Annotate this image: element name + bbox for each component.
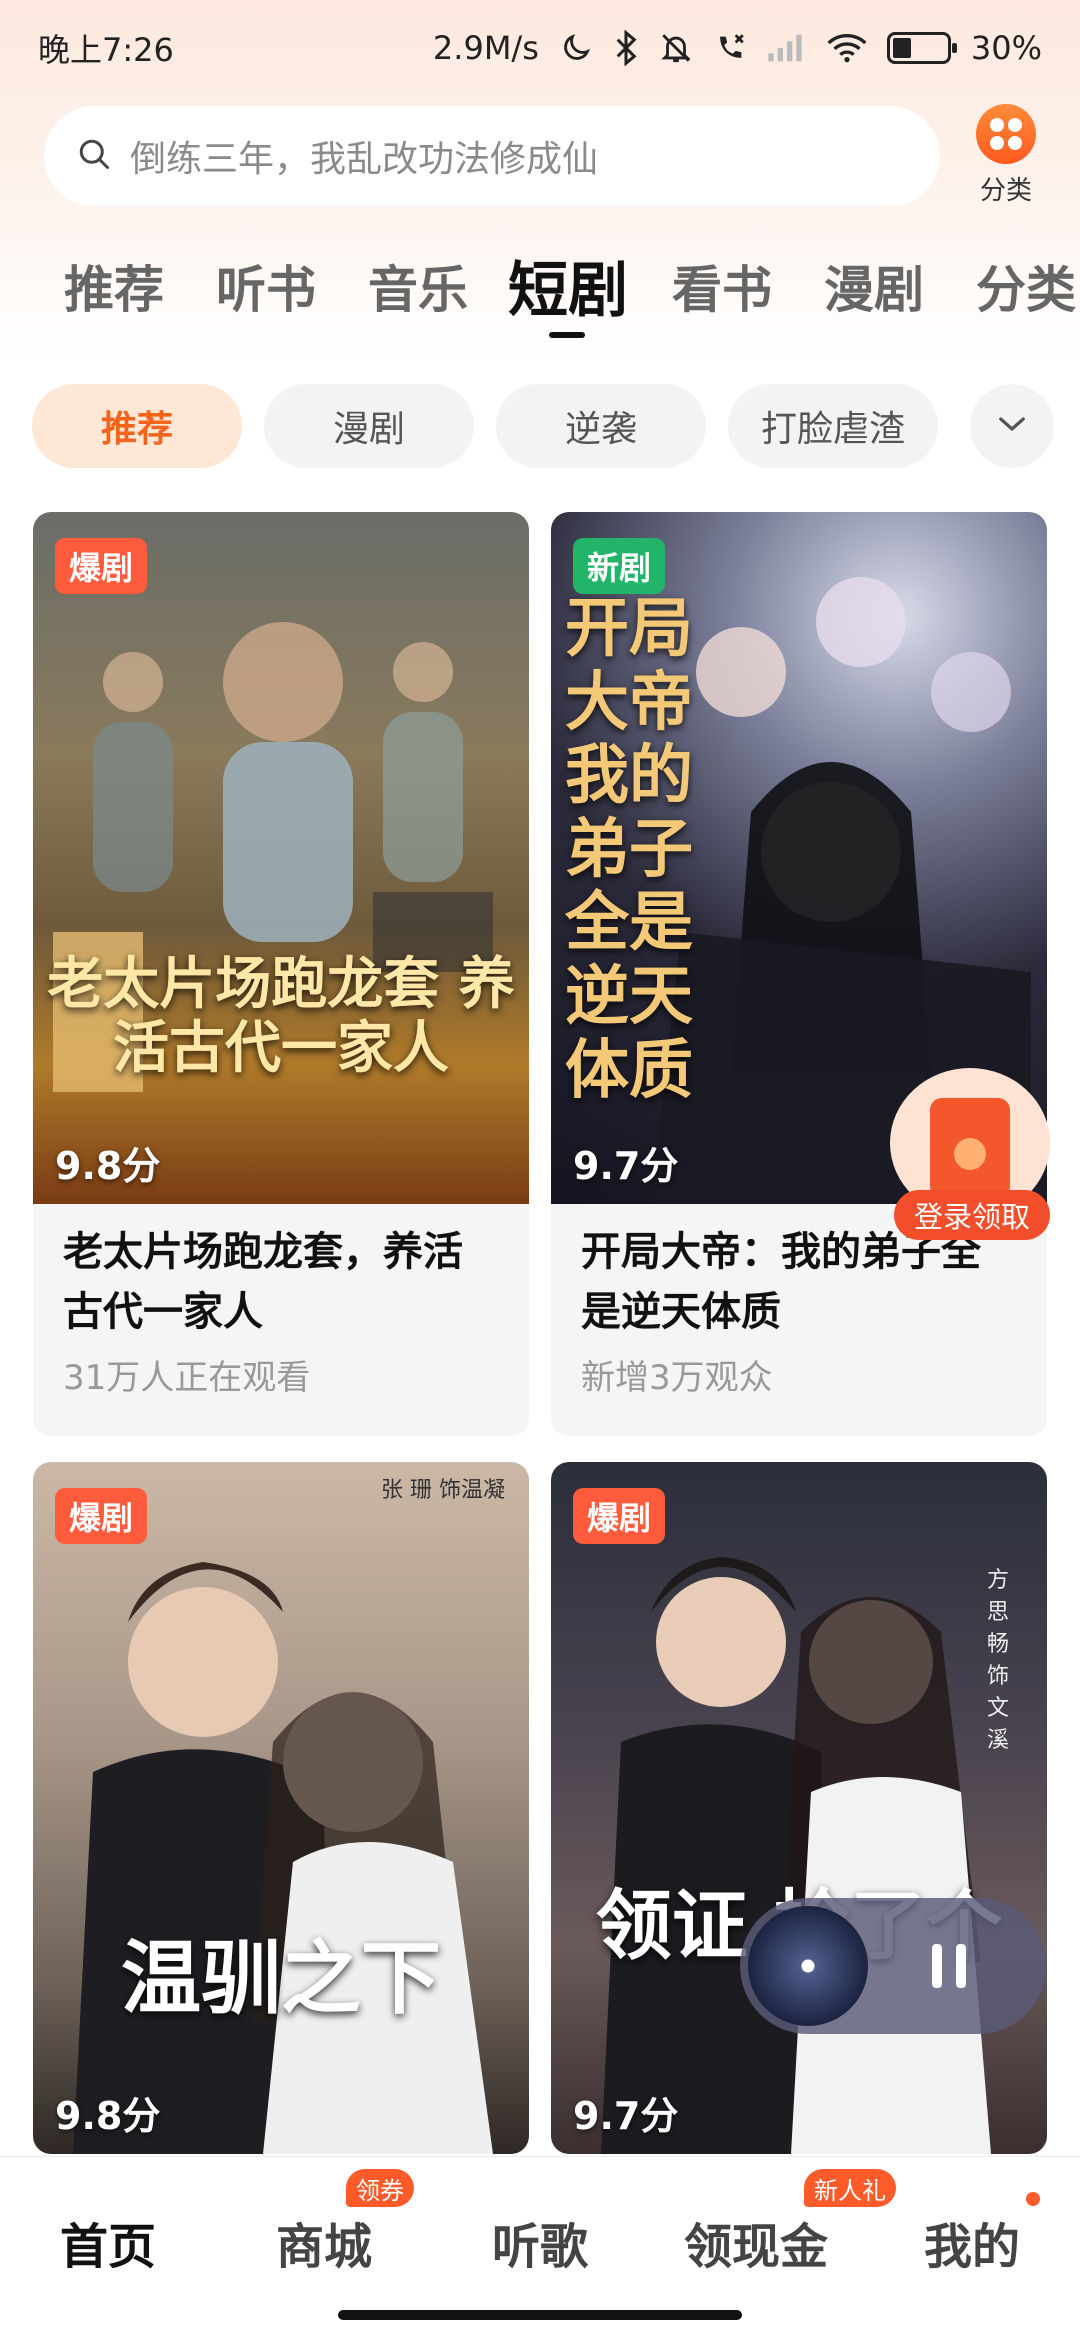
tab-recommend[interactable]: 推荐 (64, 250, 164, 322)
filter-chips: 推荐 漫剧 逆袭 打脸虐渣 (32, 384, 1054, 468)
main-tabs: 推荐 听书 音乐 短剧 看书 漫剧 分类 (0, 240, 1080, 350)
chevron-down-icon (997, 414, 1027, 438)
tab-music[interactable]: 音乐 (368, 250, 468, 322)
category-button[interactable]: 分类 (966, 104, 1046, 207)
pause-icon[interactable] (932, 1944, 966, 1988)
new-badge: 新剧 (573, 538, 666, 594)
call-missed-icon (713, 28, 747, 68)
wifi-icon (827, 28, 867, 68)
viewer-count: 31万人正在观看 (63, 1358, 311, 1398)
nav-home[interactable]: 首页 (60, 2207, 156, 2277)
poster-credit: 方思畅 饰 文溪 (987, 1568, 1010, 1753)
drama-card[interactable]: 开局大帝 我的弟子全是 逆天体质 新剧 9.7分 开局大帝：我的弟子全是逆天体质… (551, 512, 1047, 1436)
drama-title: 开局大帝：我的弟子全是逆天体质 (581, 1229, 981, 1335)
search-icon (76, 136, 112, 176)
rating-score: 9.8分 (55, 1144, 161, 1188)
poster-title: 开局大帝 我的弟子全是 逆天体质 (565, 591, 693, 1108)
chip-comeback[interactable]: 逆袭 (496, 384, 706, 468)
battery-percent: 30% (970, 29, 1042, 67)
drama-poster: 领证 捡了个 方思畅 饰 文溪 爆剧 9.7分 (551, 1462, 1047, 2154)
login-reward-label: 登录领取 (894, 1190, 1050, 1240)
drama-card[interactable]: 领证 捡了个 方思畅 饰 文溪 爆剧 9.7分 (551, 1462, 1047, 2154)
nav-mall[interactable]: 商城 (276, 2207, 372, 2277)
red-envelope-icon (930, 1098, 1010, 1198)
mini-player[interactable] (740, 1898, 1046, 2034)
category-label: 分类 (979, 176, 1032, 206)
notification-dot (1026, 2192, 1040, 2206)
viewer-count: 新增3万观众 (581, 1358, 773, 1398)
nav-cash[interactable]: 领现金 (684, 2207, 828, 2277)
poster-illustration (73, 1562, 493, 2154)
hot-badge: 爆剧 (55, 1488, 148, 1544)
newbie-gift-badge: 新人礼 (804, 2169, 896, 2207)
poster-title: 老太片场跑龙套 养活古代一家人 (47, 951, 515, 1082)
mute-bell-icon (659, 28, 693, 68)
nav-songs[interactable]: 听歌 (492, 2207, 588, 2277)
active-tab-indicator (549, 332, 585, 338)
battery-icon (886, 32, 957, 64)
tab-short-drama[interactable]: 短剧 (508, 242, 628, 329)
search-bar[interactable]: 倒练三年，我乱改功法修成仙 (44, 106, 940, 206)
expand-chips-button[interactable] (970, 384, 1054, 468)
card-info: 老太片场跑龙套，养活古代一家人 31万人正在观看 (33, 1204, 529, 1436)
chip-recommend[interactable]: 推荐 (32, 384, 242, 468)
search-placeholder: 倒练三年，我乱改功法修成仙 (130, 139, 599, 180)
drama-poster: 温驯之下 张 珊 饰温凝 爆剧 9.8分 (33, 1462, 529, 2154)
bluetooth-icon (613, 28, 639, 68)
hot-badge: 爆剧 (573, 1488, 666, 1544)
tab-category[interactable]: 分类 (976, 250, 1076, 322)
status-indicators: 2.9M/s 30% (433, 28, 1042, 68)
nav-profile[interactable]: 我的 (924, 2207, 1020, 2277)
status-bar: 晚上7:26 2.9M/s 30% (0, 0, 1080, 96)
hot-badge: 爆剧 (55, 538, 148, 594)
drama-card[interactable]: 老太片场跑龙套 养活古代一家人 爆剧 9.8分 老太片场跑龙套，养活古代一家人 … (33, 512, 529, 1436)
poster-credit: 张 珊 饰温凝 (381, 1478, 505, 1503)
coupon-badge: 领券 (346, 2169, 414, 2207)
home-indicator[interactable] (338, 2310, 742, 2320)
poster-illustration (601, 1557, 991, 2154)
drama-poster: 老太片场跑龙套 养活古代一家人 爆剧 9.8分 (33, 512, 529, 1204)
poster-illustration (53, 622, 493, 1092)
moon-icon (559, 28, 593, 68)
poster-title: 温驯之下 (121, 1931, 441, 2025)
tab-comic-drama[interactable]: 漫剧 (824, 250, 924, 322)
network-speed: 2.9M/s (432, 29, 539, 67)
grid-icon (976, 104, 1036, 164)
drama-title: 老太片场跑龙套，养活古代一家人 (63, 1229, 463, 1335)
login-reward-button[interactable]: 登录领取 (890, 1068, 1050, 1240)
status-time: 晚上7:26 (38, 31, 174, 69)
chip-comic-drama[interactable]: 漫剧 (264, 384, 474, 468)
signal-icon (767, 28, 807, 68)
rating-score: 9.7分 (573, 2094, 679, 2138)
tab-audiobook[interactable]: 听书 (216, 250, 316, 322)
rating-score: 9.8分 (55, 2094, 161, 2138)
tab-reading[interactable]: 看书 (672, 250, 772, 322)
chip-face-slap[interactable]: 打脸虐渣 (728, 384, 938, 468)
rating-score: 9.7分 (573, 1144, 679, 1188)
album-disc-icon (748, 1906, 868, 2026)
drama-card[interactable]: 温驯之下 张 珊 饰温凝 爆剧 9.8分 (33, 1462, 529, 2154)
